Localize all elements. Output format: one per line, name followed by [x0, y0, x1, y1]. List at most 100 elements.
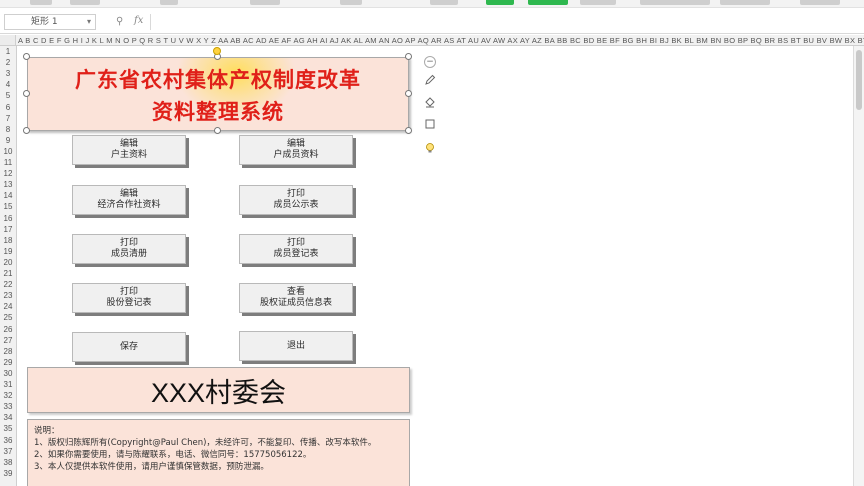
- row-number[interactable]: 39: [0, 468, 16, 479]
- title-shape[interactable]: 广东省农村集体产权制度改革 资料整理系统: [27, 57, 409, 131]
- print-shares-button[interactable]: 打印 股份登记表: [72, 283, 186, 313]
- zoom-icon[interactable]: ⚲: [116, 16, 123, 27]
- row-number[interactable]: 35: [0, 423, 16, 434]
- name-box-value: 矩形 1: [31, 17, 58, 27]
- row-number[interactable]: 36: [0, 435, 16, 446]
- chevron-down-icon[interactable]: ▾: [87, 15, 91, 29]
- row-number[interactable]: 14: [0, 190, 16, 201]
- button-action-label: 打印: [119, 287, 138, 297]
- column-letters[interactable]: A B C D E F G H I J K L M N O P Q R S T …: [18, 35, 864, 45]
- button-target-label: 成员公示表: [273, 200, 319, 210]
- button-action-label: 保存: [119, 341, 138, 352]
- save-button[interactable]: 保存: [72, 332, 186, 362]
- lightbulb-icon[interactable]: [420, 138, 440, 158]
- button-action-label: 打印: [286, 238, 305, 248]
- row-number[interactable]: 30: [0, 368, 16, 379]
- row-number[interactable]: 16: [0, 213, 16, 224]
- row-number[interactable]: 26: [0, 324, 16, 335]
- row-number[interactable]: 15: [0, 201, 16, 212]
- row-number[interactable]: 27: [0, 335, 16, 346]
- button-target-label: 户成员资料: [273, 150, 319, 160]
- row-number[interactable]: 7: [0, 113, 16, 124]
- notes-heading: 说明：: [34, 426, 60, 436]
- row-number[interactable]: 33: [0, 401, 16, 412]
- row-number[interactable]: 4: [0, 79, 16, 90]
- row-number[interactable]: 18: [0, 235, 16, 246]
- resize-handle-e[interactable]: [405, 90, 412, 97]
- scrollbar-thumb[interactable]: [856, 50, 862, 110]
- button-action-label: 退出: [286, 340, 305, 351]
- resize-handle-sw[interactable]: [23, 127, 30, 134]
- row-number[interactable]: 13: [0, 179, 16, 190]
- row-number[interactable]: 28: [0, 346, 16, 357]
- button-action-label: 查看: [286, 287, 305, 297]
- exit-button[interactable]: 退出: [239, 331, 353, 361]
- row-number[interactable]: 34: [0, 412, 16, 423]
- notes-line-2: 2、如果你需要使用，请与陈耀联系，电话、微信同号：15775056122。: [34, 450, 312, 460]
- row-number[interactable]: 6: [0, 102, 16, 113]
- resize-handle-se[interactable]: [405, 127, 412, 134]
- print-public-button[interactable]: 打印 成员公示表: [239, 185, 353, 215]
- edit-household-button[interactable]: 编辑 户主资料: [72, 135, 186, 165]
- pen-icon[interactable]: [420, 70, 440, 90]
- row-number[interactable]: 37: [0, 446, 16, 457]
- edit-members-button[interactable]: 编辑 户成员资料: [239, 135, 353, 165]
- village-name: XXX村委会: [150, 377, 287, 408]
- print-roster-button[interactable]: 打印 成员清册: [72, 234, 186, 264]
- row-number[interactable]: 10: [0, 146, 16, 157]
- fill-bucket-icon[interactable]: [420, 92, 440, 112]
- button-target-label: 成员登记表: [273, 249, 319, 259]
- view-cert-button[interactable]: 查看 股权证成员信息表: [239, 283, 353, 313]
- row-number[interactable]: 2: [0, 57, 16, 68]
- row-number[interactable]: 3: [0, 68, 16, 79]
- row-number[interactable]: 32: [0, 390, 16, 401]
- row-number[interactable]: 1: [0, 46, 16, 57]
- row-number[interactable]: 38: [0, 457, 16, 468]
- row-number[interactable]: 29: [0, 357, 16, 368]
- village-name-box[interactable]: XXX村委会: [27, 367, 410, 413]
- shape-outline-icon[interactable]: [420, 114, 440, 134]
- button-target-label: 户主资料: [110, 150, 147, 160]
- button-action-label: 打印: [119, 238, 138, 248]
- ribbon-strip: [0, 0, 864, 8]
- minus-circle-icon[interactable]: −: [424, 56, 436, 68]
- print-register-button[interactable]: 打印 成员登记表: [239, 234, 353, 264]
- fx-icon[interactable]: fx: [134, 15, 143, 26]
- resize-handle-s[interactable]: [214, 127, 221, 134]
- vertical-scrollbar[interactable]: [853, 46, 864, 486]
- notes-box[interactable]: 说明： 1、版权归陈辉所有(Copyright@Paul Chen)，未经许可，…: [27, 419, 410, 486]
- notes-line-1: 1、版权归陈辉所有(Copyright@Paul Chen)，未经许可，不能复印…: [34, 438, 377, 448]
- select-all-corner[interactable]: [0, 35, 16, 45]
- row-number[interactable]: 22: [0, 279, 16, 290]
- button-target-label: 经济合作社资料: [97, 200, 161, 210]
- column-header: A B C D E F G H I J K L M N O P Q R S T …: [0, 35, 864, 46]
- title-line-2: 资料整理系统: [152, 100, 284, 124]
- row-number[interactable]: 31: [0, 379, 16, 390]
- row-number[interactable]: 23: [0, 290, 16, 301]
- row-number[interactable]: 8: [0, 124, 16, 135]
- row-header: 1 2 3 4 5 6 7 8 9 10 11 12 13 14 15 16 17 18 19 20 21 22 23 24 2…: [0, 46, 17, 486]
- button-target-label: 股权证成员信息表: [259, 298, 332, 308]
- row-number[interactable]: 24: [0, 301, 16, 312]
- resize-handle-ne[interactable]: [405, 53, 412, 60]
- name-box[interactable]: 矩形 1 ▾: [4, 14, 96, 30]
- button-action-label: 编辑: [286, 139, 305, 149]
- button-target-label: 成员清册: [110, 249, 147, 259]
- row-number[interactable]: 19: [0, 246, 16, 257]
- edit-coop-button[interactable]: 编辑 经济合作社资料: [72, 185, 186, 215]
- formula-input[interactable]: [150, 14, 856, 30]
- button-action-label: 编辑: [119, 189, 138, 199]
- resize-handle-w[interactable]: [23, 90, 30, 97]
- row-number[interactable]: 20: [0, 257, 16, 268]
- row-number[interactable]: 21: [0, 268, 16, 279]
- row-number[interactable]: 11: [0, 157, 16, 168]
- row-number[interactable]: 5: [0, 90, 16, 101]
- button-action-label: 打印: [286, 189, 305, 199]
- row-number[interactable]: 25: [0, 312, 16, 323]
- row-number[interactable]: 12: [0, 168, 16, 179]
- row-number[interactable]: 17: [0, 224, 16, 235]
- row-number[interactable]: 9: [0, 135, 16, 146]
- button-target-label: 股份登记表: [106, 298, 152, 308]
- resize-handle-nw[interactable]: [23, 53, 30, 60]
- rotate-handle[interactable]: [213, 47, 221, 55]
